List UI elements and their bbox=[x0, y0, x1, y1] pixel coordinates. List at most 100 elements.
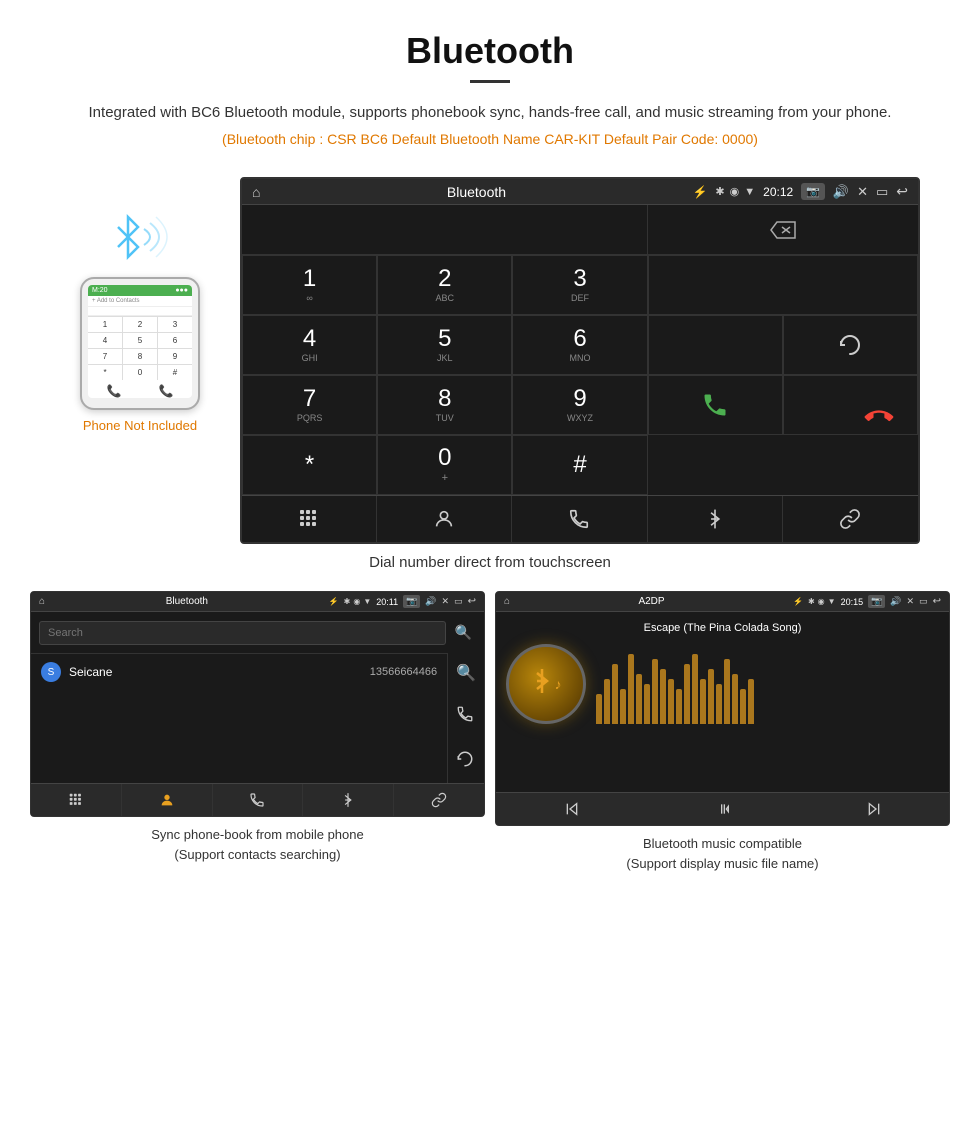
key-letters: PQRS bbox=[297, 413, 323, 423]
phonebook-time: 20:11 bbox=[376, 597, 398, 607]
dialpad-small-button[interactable] bbox=[31, 784, 122, 816]
key-num: 2 bbox=[438, 267, 451, 291]
car-bottom-bar bbox=[242, 495, 918, 542]
dialpad-button[interactable] bbox=[242, 496, 377, 542]
key-num: 4 bbox=[303, 327, 316, 351]
back-icon-music[interactable]: ↩ bbox=[933, 596, 941, 607]
album-art: ♪ bbox=[506, 644, 586, 724]
vis-bar bbox=[692, 654, 698, 724]
dial-key-0[interactable]: 0 + bbox=[377, 435, 512, 495]
home-icon[interactable]: ⌂ bbox=[252, 184, 260, 200]
back-icon[interactable]: ↩ bbox=[896, 183, 908, 200]
camera-icon-music[interactable]: 📷 bbox=[868, 595, 885, 608]
dial-key-hash[interactable]: # bbox=[512, 435, 647, 495]
camera-icon[interactable]: 📷 bbox=[801, 183, 825, 200]
music-content: Escape (The Pina Colada Song) bbox=[496, 612, 949, 792]
dial-key-4[interactable]: 4 GHI bbox=[242, 315, 377, 375]
dial-key-6[interactable]: 6 MNO bbox=[512, 315, 647, 375]
contacts-button[interactable] bbox=[377, 496, 512, 542]
dial-key-5[interactable]: 5 JKL bbox=[377, 315, 512, 375]
vis-bar bbox=[684, 664, 690, 724]
key-letters: + bbox=[442, 472, 448, 484]
contacts-small-button[interactable] bbox=[122, 784, 213, 816]
end-call-button[interactable] bbox=[783, 375, 918, 435]
key-num: 7 bbox=[303, 387, 316, 411]
key-letters: MNO bbox=[569, 353, 590, 363]
next-icon bbox=[865, 801, 883, 817]
vis-bar bbox=[716, 684, 722, 724]
volume-icon[interactable]: 🔊 bbox=[833, 184, 849, 200]
play-pause-button[interactable] bbox=[647, 793, 798, 825]
dial-empty-1 bbox=[648, 255, 918, 315]
link-small-button[interactable] bbox=[394, 784, 484, 816]
close-icon[interactable]: ✕ bbox=[857, 184, 868, 200]
vis-bar bbox=[644, 684, 650, 724]
camera-icon-small[interactable]: 📷 bbox=[403, 595, 420, 608]
bluetooth-specs: (Bluetooth chip : CSR BC6 Default Blueto… bbox=[40, 131, 940, 147]
backspace-button[interactable] bbox=[648, 205, 918, 255]
key-num: 1 bbox=[303, 267, 316, 291]
home-icon-music[interactable]: ⌂ bbox=[504, 596, 510, 607]
dial-key-9[interactable]: 9 WXYZ bbox=[512, 375, 647, 435]
music-visualizer bbox=[596, 644, 939, 724]
search-icon[interactable]: 🔍 bbox=[451, 620, 476, 645]
prev-button[interactable] bbox=[496, 793, 647, 825]
window-icon-music[interactable]: ▭ bbox=[919, 596, 928, 607]
vis-bar bbox=[748, 679, 754, 724]
vis-bar bbox=[660, 669, 666, 724]
next-button[interactable] bbox=[798, 793, 949, 825]
dial-input[interactable] bbox=[242, 205, 648, 255]
close-icon-small[interactable]: ✕ bbox=[442, 596, 450, 607]
bluetooth-status-icon: ✱ bbox=[715, 185, 724, 198]
dial-key-2[interactable]: 2 ABC bbox=[377, 255, 512, 315]
dial-key-1[interactable]: 1 ∞ bbox=[242, 255, 377, 315]
page-title: Bluetooth bbox=[40, 30, 940, 72]
dial-key-7[interactable]: 7 PQRS bbox=[242, 375, 377, 435]
call-small-icon bbox=[249, 792, 265, 808]
phonebook-side-actions: 🔍 bbox=[447, 653, 484, 783]
back-icon-small[interactable]: ↩ bbox=[468, 596, 476, 607]
volume-icon-small[interactable]: 🔊 bbox=[425, 596, 436, 607]
search-input[interactable] bbox=[39, 621, 446, 645]
call-small-button[interactable] bbox=[213, 784, 304, 816]
key-num: 5 bbox=[438, 327, 451, 351]
dial-key-3[interactable]: 3 DEF bbox=[512, 255, 647, 315]
dial-key-8[interactable]: 8 TUV bbox=[377, 375, 512, 435]
phone-top-bar: M:20●●● bbox=[88, 285, 192, 296]
dial-empty-2 bbox=[648, 315, 783, 375]
link-button[interactable] bbox=[783, 496, 918, 542]
vis-bar bbox=[668, 679, 674, 724]
answer-call-button[interactable] bbox=[648, 375, 783, 435]
bluetooth-small-button[interactable] bbox=[303, 784, 394, 816]
refresh-button[interactable] bbox=[783, 315, 918, 375]
prev-icon bbox=[563, 801, 581, 817]
bluetooth-button[interactable] bbox=[648, 496, 783, 542]
window-icon[interactable]: ▭ bbox=[876, 184, 888, 200]
screen-title: Bluetooth bbox=[268, 184, 684, 200]
status-icons: ✱ ◉ ▼ bbox=[715, 185, 755, 198]
home-icon-small[interactable]: ⌂ bbox=[39, 596, 45, 607]
dial-key-star[interactable]: * bbox=[242, 435, 377, 495]
call-log-button[interactable] bbox=[512, 496, 647, 542]
contact-row[interactable]: S Seicane 13566664466 bbox=[31, 653, 447, 690]
key-letters: GHI bbox=[302, 353, 318, 363]
call-side-icon[interactable] bbox=[456, 705, 476, 728]
link-small-icon bbox=[431, 792, 447, 808]
close-icon-music[interactable]: ✕ bbox=[907, 596, 915, 607]
music-caption: Bluetooth music compatible (Support disp… bbox=[495, 834, 950, 873]
search-side-icon[interactable]: 🔍 bbox=[456, 663, 476, 683]
refresh-side-icon[interactable] bbox=[456, 750, 476, 773]
phone-add-contact: + Add to Contacts bbox=[88, 296, 192, 307]
key-num: 9 bbox=[573, 387, 586, 411]
volume-icon-music[interactable]: 🔊 bbox=[890, 596, 901, 607]
contacts-small-icon bbox=[159, 792, 175, 808]
contact-number: 13566664466 bbox=[370, 666, 437, 678]
vis-bar bbox=[596, 694, 602, 724]
key-num: 0 bbox=[438, 446, 451, 470]
key-letters: ABC bbox=[436, 293, 455, 303]
vis-bar bbox=[700, 679, 706, 724]
refresh-icon bbox=[838, 333, 862, 357]
phonebook-status-bar: ⌂ Bluetooth ⚡ ✱◉▼ 20:11 📷 🔊 ✕ ▭ ↩ bbox=[31, 592, 484, 612]
link-icon bbox=[839, 508, 861, 530]
window-icon-small[interactable]: ▭ bbox=[454, 596, 463, 607]
